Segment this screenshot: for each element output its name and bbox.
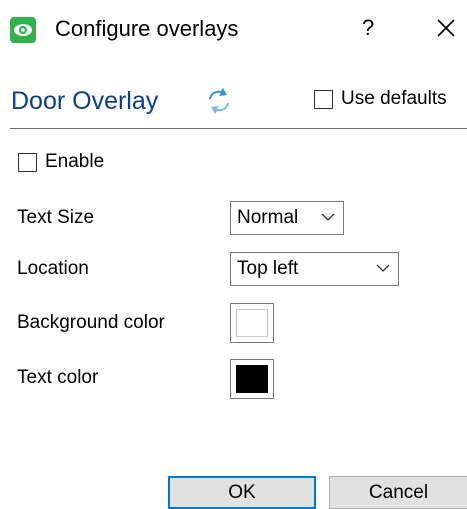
ok-button[interactable]: OK	[168, 476, 316, 509]
section-title: Door Overlay	[11, 87, 159, 115]
cancel-button[interactable]: Cancel	[329, 476, 467, 509]
background-color-picker[interactable]	[230, 303, 274, 343]
enable-checkbox[interactable]: Enable	[18, 150, 104, 174]
enable-label: Enable	[45, 151, 105, 172]
refresh-icon[interactable]	[203, 85, 235, 117]
use-defaults-label: Use defaults	[341, 88, 447, 109]
text-color-picker[interactable]	[230, 359, 274, 399]
use-defaults-checkbox[interactable]: Use defaults	[314, 87, 447, 111]
title-bar: Configure overlays ?	[0, 0, 467, 66]
enable-box[interactable]	[18, 152, 37, 172]
divider	[10, 128, 467, 129]
close-icon[interactable]	[435, 17, 457, 39]
text-color-swatch	[236, 365, 268, 393]
location-value: Top left	[237, 258, 299, 279]
chevron-down-icon	[321, 213, 335, 221]
text-size-label: Text Size	[17, 207, 95, 228]
help-button[interactable]: ?	[362, 15, 374, 41]
location-select[interactable]: Top left	[230, 252, 399, 286]
eye-icon	[10, 17, 36, 43]
text-color-label: Text color	[17, 367, 99, 388]
text-size-value: Normal	[237, 207, 299, 228]
background-color-label: Background color	[17, 312, 165, 333]
window-title: Configure overlays	[55, 16, 239, 41]
text-size-select[interactable]: Normal	[230, 201, 344, 235]
location-label: Location	[17, 258, 89, 279]
use-defaults-box[interactable]	[314, 89, 333, 109]
background-color-swatch	[236, 309, 268, 337]
chevron-down-icon	[376, 264, 390, 272]
